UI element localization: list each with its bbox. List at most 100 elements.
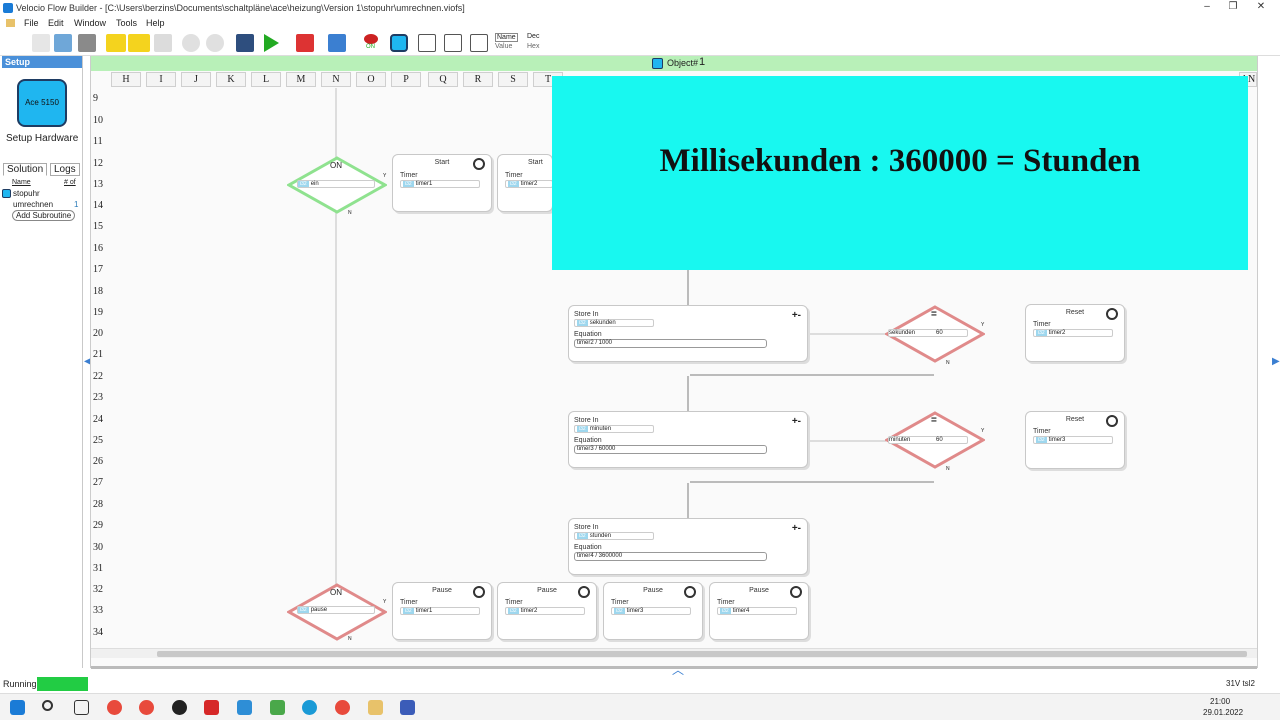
zoom-in-icon[interactable] <box>182 34 200 52</box>
start-timer1-block[interactable]: Start Timer i32 timer1 <box>392 154 492 212</box>
hex-toggle[interactable]: Hex <box>527 43 539 50</box>
dec-toggle[interactable]: Dec <box>527 33 539 40</box>
app-icon[interactable] <box>172 700 187 715</box>
modbus-icon[interactable] <box>128 34 150 52</box>
start-timer2-block[interactable]: Start Timer i32 timer2 <box>497 154 553 212</box>
app-icon[interactable] <box>204 700 219 715</box>
velocio-icon[interactable] <box>368 700 383 715</box>
reset1-timer-label: Timer <box>1033 321 1051 328</box>
on-label: ON <box>366 44 375 50</box>
col-h: H <box>111 72 141 87</box>
pause2-timer-field[interactable]: i32 timer2 <box>505 607 585 615</box>
menu-file[interactable]: File <box>24 16 39 30</box>
program-icon[interactable] <box>236 34 254 52</box>
store3-eq-label: Equation <box>574 544 602 551</box>
setup-tab[interactable]: Setup <box>2 56 82 68</box>
edge-icon[interactable] <box>302 700 317 715</box>
stop-icon[interactable] <box>296 34 314 52</box>
reset1-timer-field[interactable]: i32 timer2 <box>1033 329 1113 337</box>
value-toggle[interactable]: Value <box>495 43 512 50</box>
restore-button[interactable]: ❐ <box>1220 0 1246 16</box>
scrollbar-thumb[interactable] <box>157 651 1247 657</box>
app-icon[interactable] <box>270 700 285 715</box>
tab-logs[interactable]: Logs <box>50 163 80 176</box>
reset-timer2-block[interactable]: Reset Timer i32 timer2 <box>1025 304 1125 362</box>
pause-timer2-block[interactable]: Pause Timer i32 timer2 <box>497 582 597 640</box>
pause1-timer-field[interactable]: i32 timer1 <box>400 607 480 615</box>
pause-timer4-block[interactable]: Pause Timer i32 timer4 <box>709 582 809 640</box>
tab-solution[interactable]: Solution <box>3 163 48 176</box>
store1-var-field[interactable]: i32 sekunden <box>574 319 654 327</box>
store2-var-field[interactable]: i32 minuten <box>574 425 654 433</box>
flow-block-icon[interactable] <box>418 34 436 52</box>
menu-help[interactable]: Help <box>146 16 165 30</box>
on1-var-field[interactable]: i32 ein <box>297 180 375 188</box>
start1-timer-field[interactable]: i32 timer1 <box>400 180 480 188</box>
start2-timer-field[interactable]: i32 timer2 <box>505 180 553 188</box>
app-icon[interactable] <box>237 700 252 715</box>
solution-item-count: 1 <box>74 200 79 209</box>
cmp1-var: sekunden <box>889 330 916 336</box>
store3-equation[interactable]: timer4 / 3600000 <box>574 552 767 561</box>
reset2-timer-field[interactable]: i32 timer3 <box>1033 436 1113 444</box>
pause4-timer-label: Timer <box>717 599 735 606</box>
search-icon[interactable] <box>42 700 53 711</box>
reset-timer3-block[interactable]: Reset Timer i32 timer3 <box>1025 411 1125 469</box>
collapse-right-icon[interactable]: ▶ <box>1272 356 1280 367</box>
cmp2-val: 60 <box>936 437 943 443</box>
find-icon[interactable] <box>154 34 172 52</box>
cmp2-field[interactable]: minuten 60 <box>888 436 968 444</box>
name-toggle[interactable]: Name <box>495 33 518 42</box>
chrome-icon[interactable] <box>139 700 154 715</box>
store-stunden-block[interactable]: Store In +- i32 stunden Equation timer4 /… <box>568 518 808 575</box>
pause-timer3-block[interactable]: Pause Timer i32 timer3 <box>603 582 703 640</box>
store2-equation[interactable]: timer3 / 60000 <box>574 445 767 454</box>
windows-start-icon[interactable] <box>10 700 25 715</box>
app-icon[interactable] <box>400 700 415 715</box>
run-icon[interactable] <box>264 34 279 52</box>
object-icon[interactable] <box>390 34 408 52</box>
store1-equation[interactable]: timer2 / 1000 <box>574 339 767 348</box>
setup-hardware-label[interactable]: Setup Hardware <box>6 133 78 144</box>
chrome-icon[interactable] <box>107 700 122 715</box>
pause3-tag: i32 <box>614 608 625 614</box>
open-folder-icon[interactable] <box>54 34 72 52</box>
subroutine-icon[interactable] <box>444 34 462 52</box>
add-subroutine-button[interactable]: Add Subroutine <box>12 210 76 221</box>
store3-plus-minus[interactable]: +- <box>792 523 801 534</box>
solution-item-stopuhr[interactable]: stopuhr <box>13 189 40 198</box>
new-file-icon[interactable] <box>32 34 50 52</box>
row-20: 20 <box>93 328 103 339</box>
on1-yes: Y <box>383 173 387 179</box>
menu-edit[interactable]: Edit <box>48 16 64 30</box>
cmp1-field[interactable]: sekunden 60 <box>888 329 968 337</box>
store3-var-field[interactable]: i32 stunden <box>574 532 654 540</box>
cmp1-val: 60 <box>936 330 943 336</box>
menu-window[interactable]: Window <box>74 16 106 30</box>
print-icon[interactable] <box>78 34 96 52</box>
store2-plus-minus[interactable]: +- <box>792 416 801 427</box>
on2-var-field[interactable]: i32 pause <box>297 606 375 614</box>
store1-plus-minus[interactable]: +- <box>792 310 801 321</box>
pause1-tag: i32 <box>403 608 414 614</box>
object-number: 1 <box>699 56 706 68</box>
call-icon[interactable] <box>470 34 488 52</box>
chrome-icon[interactable] <box>335 700 350 715</box>
device-button[interactable]: Ace 5150 <box>17 79 67 127</box>
pause3-timer-field[interactable]: i32 timer3 <box>611 607 691 615</box>
pause-timer1-block[interactable]: Pause Timer i32 timer1 <box>392 582 492 640</box>
zoom-out-icon[interactable] <box>206 34 224 52</box>
close-button[interactable]: ✕ <box>1248 0 1274 16</box>
ladybug-icon[interactable] <box>364 34 378 44</box>
menu-tools[interactable]: Tools <box>116 16 137 30</box>
pause4-timer-field[interactable]: i32 timer4 <box>717 607 797 615</box>
tag-icon[interactable] <box>106 34 126 52</box>
solution-item-umrechnen[interactable]: umrechnen <box>13 200 53 209</box>
task-view-icon[interactable] <box>74 700 89 715</box>
store-minuten-block[interactable]: Store In +- i32 minuten Equation timer3 /… <box>568 411 808 468</box>
store2-var: minuten <box>589 426 612 432</box>
minimize-button[interactable]: – <box>1194 0 1220 16</box>
horizontal-scrollbar[interactable] <box>91 648 1257 658</box>
store-sekunden-block[interactable]: Store In +- i32 sekunden Equation timer2 … <box>568 305 808 362</box>
step-icon[interactable] <box>328 34 346 52</box>
